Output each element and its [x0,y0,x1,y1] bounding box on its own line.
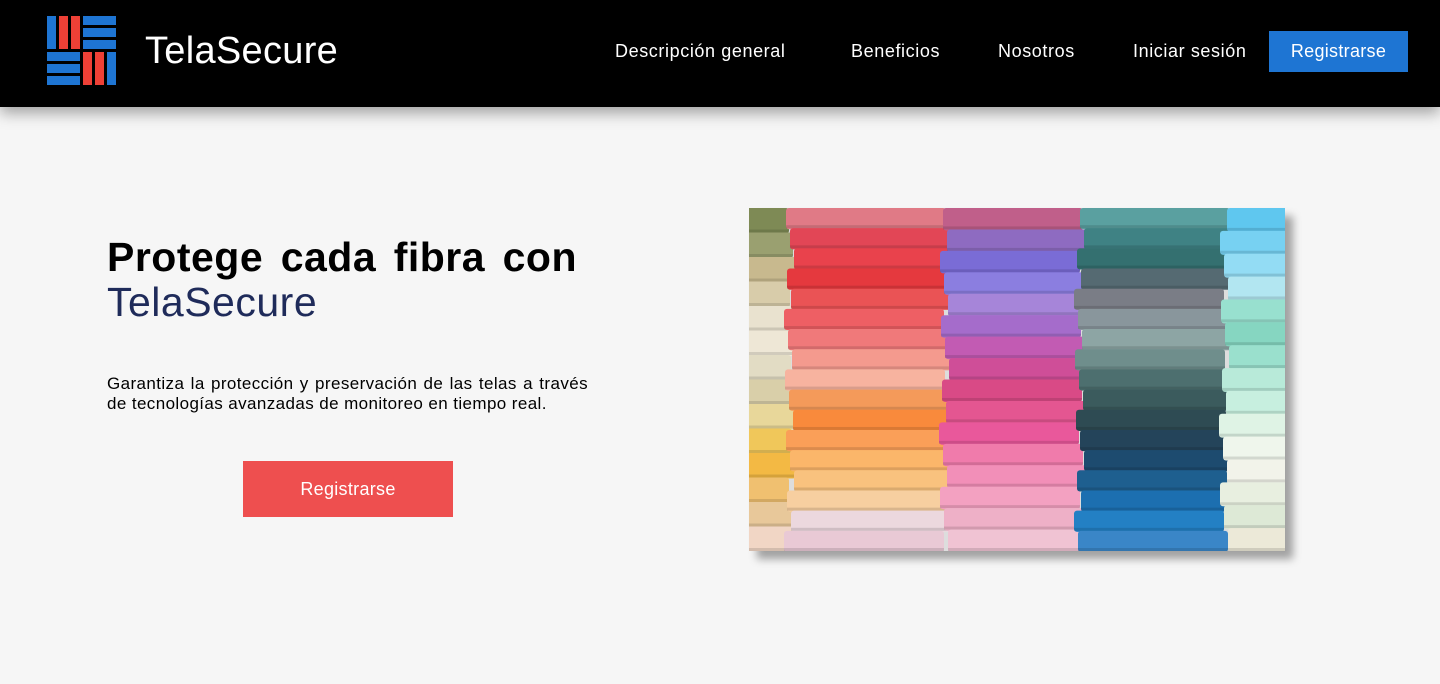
fabric-roll-shadow [947,247,1087,251]
fabric-roll-shadow [1081,285,1231,289]
fabric-roll-shadow [1083,406,1233,410]
fabric-roll-shadow [1221,319,1285,323]
fabric-roll-shadow [792,366,952,370]
fabric-roll-shadow [945,355,1085,359]
fabric-roll-shadow [749,254,793,257]
fabric-roll-shadow [787,507,947,511]
signup-button-header[interactable]: Registrarse [1269,31,1408,72]
fabric-roll-shadow [1227,227,1285,231]
fabric-roll-shadow [1080,447,1230,451]
fabric-roll-shadow [1084,467,1234,471]
hero-title: Protege cada fibra con [107,234,577,280]
fabric-roll-shadow [749,352,798,355]
fabric-roll-shadow [1082,346,1232,350]
fabric-roll [1078,530,1228,551]
fabric-roll-shadow [1077,265,1227,269]
fabric-roll-shadow [1220,502,1285,506]
fabric-roll-shadow [1229,365,1285,369]
fabric-roll-shadow [1074,305,1224,309]
fabric-roll-shadow [1076,426,1226,430]
fabric-roll-shadow [787,285,947,289]
hero-title-accent: TelaSecure [107,279,318,325]
fabric-roll-shadow [1081,507,1231,511]
fabric-roll-shadow [790,245,950,249]
fabric-roll-shadow [1075,366,1225,370]
fabric-roll-shadow [942,397,1082,401]
fabric-roll-shadow [949,376,1089,380]
fabric-roll-shadow [1078,326,1228,330]
nav-overview-link[interactable]: Descripción general [615,38,785,64]
fabric-roll-shadow [940,269,1080,273]
nav-about-link[interactable]: Nosotros [998,38,1075,64]
fabric-roll-shadow [749,474,796,478]
fabric-roll-shadow [749,303,790,306]
fabric-roll-shadow [749,229,789,233]
fabric-roll-shadow [944,526,1084,530]
fabric-roll-shadow [1222,387,1285,391]
fabric-rolls-image [749,208,1285,551]
fabric-roll-shadow [785,386,945,390]
fabric-roll-shadow [943,226,1083,230]
fabric-roll-shadow [786,225,946,229]
fabric-roll-shadow [788,346,948,350]
fabric-roll-shadow [786,447,946,451]
fabric-roll-shadow [948,312,1088,316]
fabric-roll-shadow [939,440,1079,444]
signup-button-hero[interactable]: Registrarse [243,461,453,517]
fabric-roll-shadow [1228,548,1285,551]
fabric-roll-shadow [791,305,951,309]
fabric-roll-shadow [1225,342,1285,346]
fabric-roll-shadow [1224,525,1285,529]
fabric-roll-shadow [1223,456,1285,460]
fabric-roll-shadow [784,326,944,330]
fabric-roll-shadow [1226,410,1285,414]
nav-benefits-link[interactable]: Beneficios [851,38,940,64]
fabric-roll-shadow [794,265,954,269]
fabric-roll-shadow [793,426,953,430]
fabric-roll-shadow [749,450,792,453]
hero-description: Garantiza la protección y preservación d… [107,374,588,413]
fabric-roll-shadow [749,376,791,380]
fabric-roll-shadow [1220,250,1285,254]
fabric-roll-shadow [1080,225,1230,229]
fabric-roll-shadow [944,290,1084,294]
logo-icon[interactable] [47,16,116,85]
fabric-roll-shadow [1227,479,1285,483]
fabric-roll-shadow [943,462,1083,466]
fabric-roll-shadow [790,467,950,471]
top-navbar: TelaSecure Descripción general Beneficio… [0,0,1440,107]
fabric-roll-shadow [946,419,1086,423]
fabric-roll [1228,528,1285,551]
fabric-roll-shadow [749,401,795,404]
fabric-roll-shadow [794,487,954,491]
brand-name[interactable]: TelaSecure [145,28,338,74]
fabric-roll-shadow [941,333,1081,337]
fabric-roll-shadow [1079,386,1229,390]
fabric-roll-shadow [1084,245,1234,249]
fabric-roll-shadow [1074,527,1224,531]
fabric-roll-shadow [749,425,799,429]
fabric-roll-shadow [749,499,789,502]
nav-login-link[interactable]: Iniciar sesión [1133,38,1246,64]
fabric-roll-shadow [940,505,1080,509]
fabric-roll-shadow [749,523,793,527]
fabric-roll-shadow [948,548,1088,551]
fabric-roll-shadow [1078,548,1228,551]
fabric-roll-shadow [1228,296,1285,300]
fabric-roll [784,530,944,551]
fabric-roll-shadow [1224,273,1285,277]
fabric-roll-shadow [784,548,944,551]
fabric-roll-shadow [1219,433,1285,437]
fabric-roll-shadow [791,527,951,531]
fabric-roll-shadow [947,483,1087,487]
fabric-roll-shadow [789,406,949,410]
fabric-roll-shadow [1077,487,1227,491]
fabric-roll [948,529,1088,551]
